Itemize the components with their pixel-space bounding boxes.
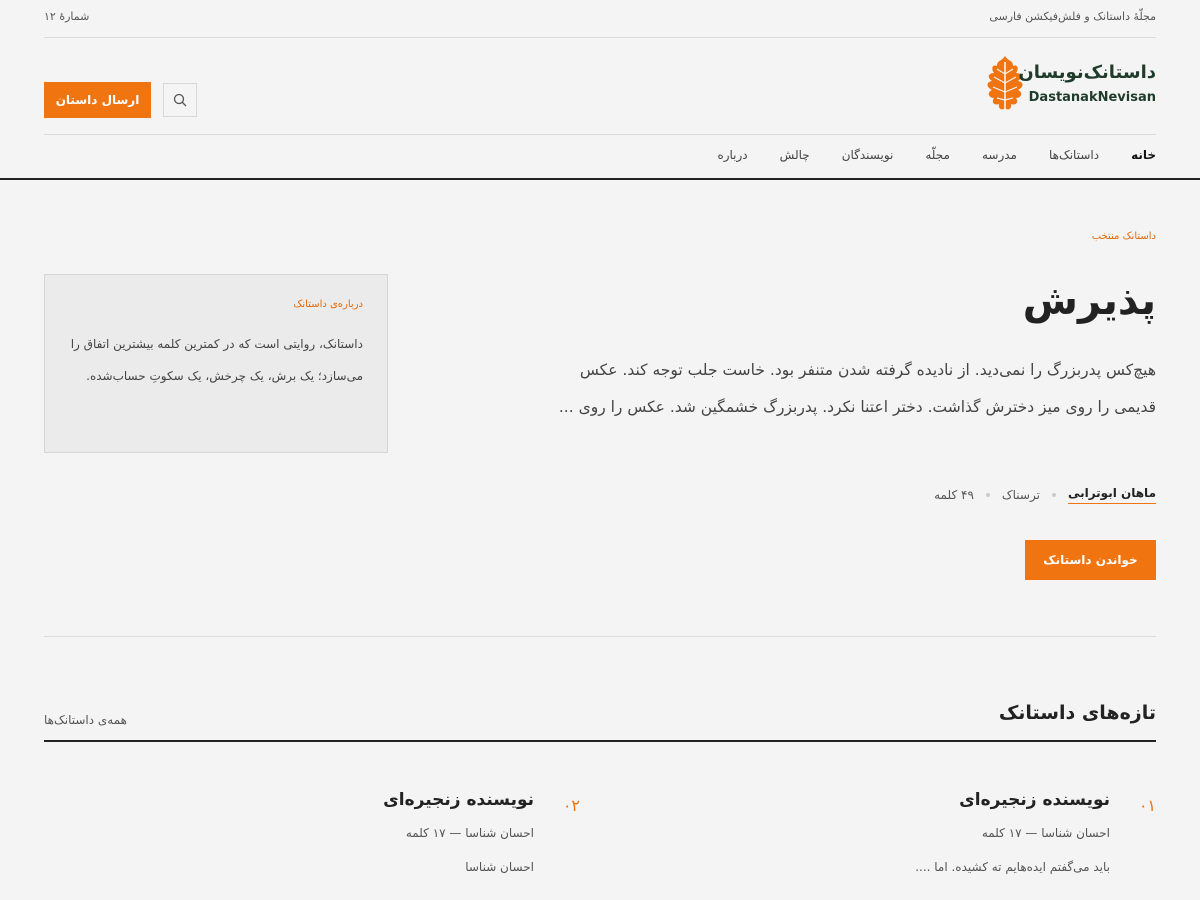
nav-item-about[interactable]: درباره: [717, 148, 747, 162]
search-icon: [173, 93, 187, 107]
featured-title[interactable]: پذیرش: [1023, 278, 1156, 324]
latest-divider: [44, 740, 1156, 742]
story-meta: احسان شناسا — ۱۷ کلمه: [981, 826, 1110, 840]
featured-label: داستانک منتخب: [1091, 231, 1156, 242]
site-logo[interactable]: داستانک‌نویسان DastanakNevisan: [976, 54, 1156, 120]
section-divider: [44, 636, 1156, 637]
about-box: درباره‌ی داستانک داستانک، روایتی است که …: [44, 274, 388, 453]
story-excerpt: باید می‌گفتم ایده‌هایم ته کشیده. اما ...…: [915, 860, 1110, 874]
story-number: ۰۲: [562, 796, 580, 815]
story-meta: احسان شناسا — ۱۷ کلمه: [405, 826, 534, 840]
genre-tag[interactable]: ترسناک: [1002, 488, 1040, 502]
logo-text-fa: داستانک‌نویسان: [1018, 62, 1156, 83]
nav-item-challenge[interactable]: چالش: [780, 148, 810, 162]
featured-meta: ماهان ابوترابی ترسناک ۴۹ کلمه: [934, 486, 1156, 504]
story-excerpt: احسان شناسا: [465, 860, 534, 874]
nav-divider: [0, 178, 1200, 180]
latest-section-title: تازه‌های داستانک: [998, 702, 1156, 724]
story-title[interactable]: نویسنده زنجیره‌ای: [959, 790, 1110, 810]
top-bar: مجلّهٔ داستانک و فلش‌فیکشن فارسی شمارهٔ …: [44, 0, 1156, 38]
nav-item-writers[interactable]: نویسندگان: [842, 148, 894, 162]
site-header: داستانک‌نویسان DastanakNevisan ارسال داس…: [44, 38, 1156, 135]
site-tagline: مجلّهٔ داستانک و فلش‌فیکشن فارسی: [989, 10, 1156, 23]
search-button[interactable]: [163, 83, 197, 117]
author-link[interactable]: ماهان ابوترابی: [1067, 486, 1156, 504]
story-title[interactable]: نویسنده زنجیره‌ای: [383, 790, 534, 810]
main-nav: خانه داستانک‌ها مدرسه مجلّه نویسندگان چا…: [44, 135, 1156, 180]
about-text: داستانک، روایتی است که در کمترین کلمه بی…: [70, 337, 363, 383]
nav-item-stories[interactable]: داستانک‌ها: [1049, 148, 1099, 162]
nav-item-school[interactable]: مدرسه: [982, 148, 1017, 162]
nav-item-magazine[interactable]: مجلّه: [925, 148, 950, 162]
issue-number: شمارهٔ ۱۲: [44, 10, 90, 23]
about-label: درباره‌ی داستانک: [293, 299, 363, 310]
featured-excerpt: هیچ‌کس پدربزرگ را نمی‌دید. از نادیده گرف…: [558, 361, 1156, 416]
read-story-button[interactable]: خواندن داستانک: [1025, 540, 1156, 580]
meta-separator: [985, 493, 990, 497]
submit-story-button[interactable]: ارسال داستان: [44, 82, 151, 118]
logo-text-en: DastanakNevisan: [1028, 90, 1156, 105]
word-count: ۴۹ کلمه: [934, 488, 974, 502]
nav-item-home[interactable]: خانه: [1131, 148, 1156, 162]
meta-separator: [1051, 493, 1056, 497]
story-number: ۰۱: [1138, 796, 1156, 815]
all-stories-link[interactable]: همه‌ی داستانک‌ها: [44, 713, 127, 727]
